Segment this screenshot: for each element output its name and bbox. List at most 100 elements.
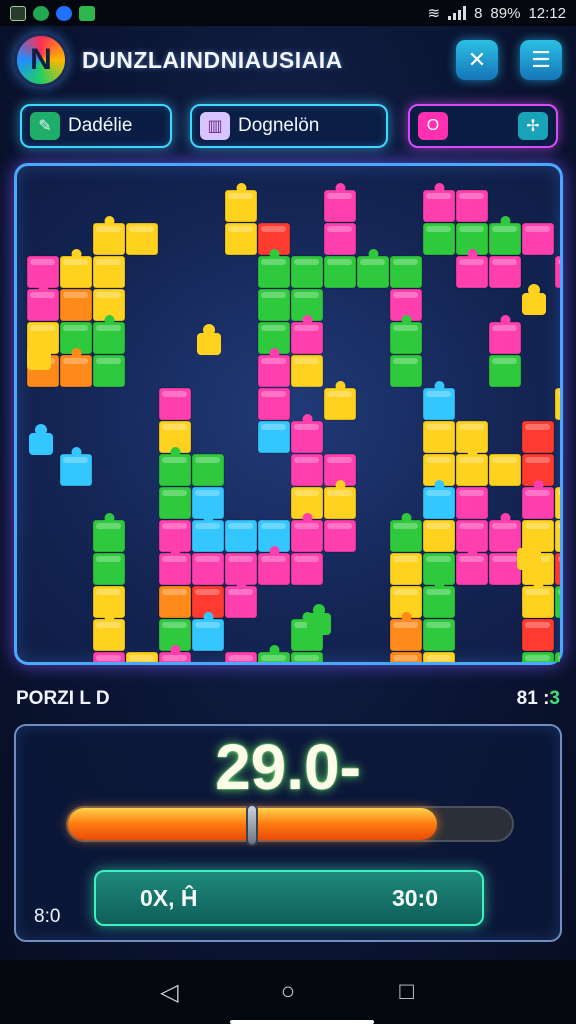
menu-icon[interactable]: ☰ (520, 40, 562, 80)
puzzle-piece[interactable] (290, 651, 324, 662)
gallery-icon (10, 5, 26, 21)
app-icon (33, 5, 49, 21)
puzzle-piece[interactable] (290, 552, 324, 586)
mode-button-2[interactable]: ▥ Dognelön (190, 104, 388, 148)
puzzle-piece[interactable] (422, 381, 456, 421)
puzzle-piece[interactable] (554, 486, 560, 520)
puzzle-piece[interactable] (59, 249, 93, 289)
piece-icon[interactable]: O (418, 112, 448, 140)
home-icon[interactable]: ○ (273, 978, 303, 1006)
puzzle-piece[interactable] (323, 519, 357, 553)
puzzle-piece[interactable] (290, 414, 324, 454)
move-icon[interactable]: ✢ (518, 112, 548, 140)
puzzle-piece[interactable] (323, 183, 357, 223)
puzzle-piece[interactable] (422, 618, 456, 652)
puzzle-piece[interactable] (488, 513, 522, 553)
puzzle-piece[interactable] (389, 552, 423, 586)
puzzle-piece[interactable] (158, 486, 192, 520)
puzzle-piece[interactable] (191, 453, 225, 487)
puzzle-piece[interactable] (488, 315, 522, 355)
puzzle-piece[interactable] (521, 420, 555, 454)
recents-icon[interactable]: □ (392, 978, 422, 1006)
puzzle-piece[interactable] (158, 585, 192, 619)
puzzle-pieces (26, 183, 560, 662)
puzzle-piece[interactable] (521, 618, 555, 652)
puzzle-piece[interactable] (92, 354, 126, 388)
crossed-arrows-icon[interactable]: ✕ (456, 40, 498, 80)
loose-puzzle-piece[interactable] (522, 284, 546, 315)
puzzle-piece[interactable] (257, 387, 291, 421)
puzzle-piece[interactable] (356, 249, 390, 289)
puzzle-piece[interactable] (290, 255, 324, 289)
puzzle-piece[interactable] (455, 189, 489, 223)
back-icon[interactable]: ◁ (154, 978, 184, 1007)
puzzle-piece[interactable] (488, 552, 522, 586)
puzzle-piece[interactable] (422, 420, 456, 454)
puzzle-piece[interactable] (521, 651, 555, 662)
progress-knob[interactable] (246, 804, 259, 846)
battery-level: 89% (490, 4, 521, 22)
score-display: 29.0- (215, 731, 361, 803)
puzzle-piece[interactable] (389, 255, 423, 289)
puzzle-piece[interactable] (389, 513, 423, 553)
puzzle-piece[interactable] (323, 255, 357, 289)
puzzle-piece[interactable] (224, 183, 258, 223)
puzzle-piece[interactable] (422, 519, 456, 553)
puzzle-piece[interactable] (488, 255, 522, 289)
puzzle-piece[interactable] (422, 222, 456, 256)
loose-puzzle-piece[interactable] (307, 604, 331, 635)
puzzle-piece[interactable] (488, 354, 522, 388)
progress-bar[interactable] (66, 804, 514, 846)
puzzle-piece[interactable] (257, 420, 291, 454)
puzzle-piece[interactable] (554, 585, 560, 619)
puzzle-piece[interactable] (554, 249, 560, 289)
puzzle-board[interactable] (14, 163, 563, 665)
puzzle-piece[interactable] (323, 222, 357, 256)
loose-puzzle-piece[interactable] (29, 424, 53, 455)
puzzle-piece[interactable] (521, 222, 555, 256)
puzzle-piece[interactable] (554, 387, 560, 421)
puzzle-piece[interactable] (389, 354, 423, 388)
puzzle-piece[interactable] (92, 513, 126, 553)
puzzle-piece[interactable] (488, 453, 522, 487)
puzzle-piece[interactable] (389, 651, 423, 662)
puzzle-piece[interactable] (92, 651, 126, 662)
puzzle-piece[interactable] (554, 645, 560, 662)
puzzle-piece[interactable] (290, 354, 324, 388)
puzzle-piece[interactable] (59, 447, 93, 487)
puzzle-piece[interactable] (422, 651, 456, 662)
piece-count: 81 :3 (516, 688, 560, 709)
puzzle-piece[interactable] (554, 519, 560, 553)
puzzle-piece[interactable] (92, 552, 126, 586)
wifi-icon: ≋ (427, 5, 441, 22)
action-button-left: 0X, Ĥ (140, 884, 198, 911)
puzzle-piece[interactable] (224, 519, 258, 553)
puzzle-piece[interactable] (191, 552, 225, 586)
puzzle-piece[interactable] (488, 216, 522, 256)
loose-puzzle-piece[interactable] (197, 324, 221, 355)
progress-panel: 29.0- 8:0 0X, Ĥ 30:0 (14, 724, 562, 942)
puzzle-piece[interactable] (224, 651, 258, 662)
puzzle-piece[interactable] (257, 288, 291, 322)
puzzle-piece[interactable] (125, 222, 159, 256)
puzzle-piece[interactable] (59, 288, 93, 322)
puzzle-piece[interactable] (323, 381, 357, 421)
puzzle-piece[interactable] (158, 387, 192, 421)
puzzle-piece[interactable] (422, 183, 456, 223)
gesture-pill (230, 1020, 374, 1024)
piece-tools: O ✢ (408, 104, 558, 148)
app-icon (79, 5, 95, 21)
mode-button-1[interactable]: ✎ Dadélie (20, 104, 172, 148)
puzzle-piece[interactable] (290, 453, 324, 487)
puzzle-piece[interactable] (92, 255, 126, 289)
chart-icon: ▥ (200, 112, 230, 140)
action-button-right: 30:0 (391, 884, 438, 911)
puzzle-piece[interactable] (257, 645, 291, 662)
puzzle-piece[interactable] (455, 486, 489, 520)
puzzle-piece[interactable] (92, 216, 126, 256)
notification-icons (10, 5, 95, 21)
corner-readout: 8:0 (34, 906, 61, 927)
puzzle-piece[interactable] (125, 651, 159, 662)
action-button[interactable]: 0X, Ĥ 30:0 (94, 870, 484, 926)
puzzle-piece[interactable] (224, 222, 258, 256)
